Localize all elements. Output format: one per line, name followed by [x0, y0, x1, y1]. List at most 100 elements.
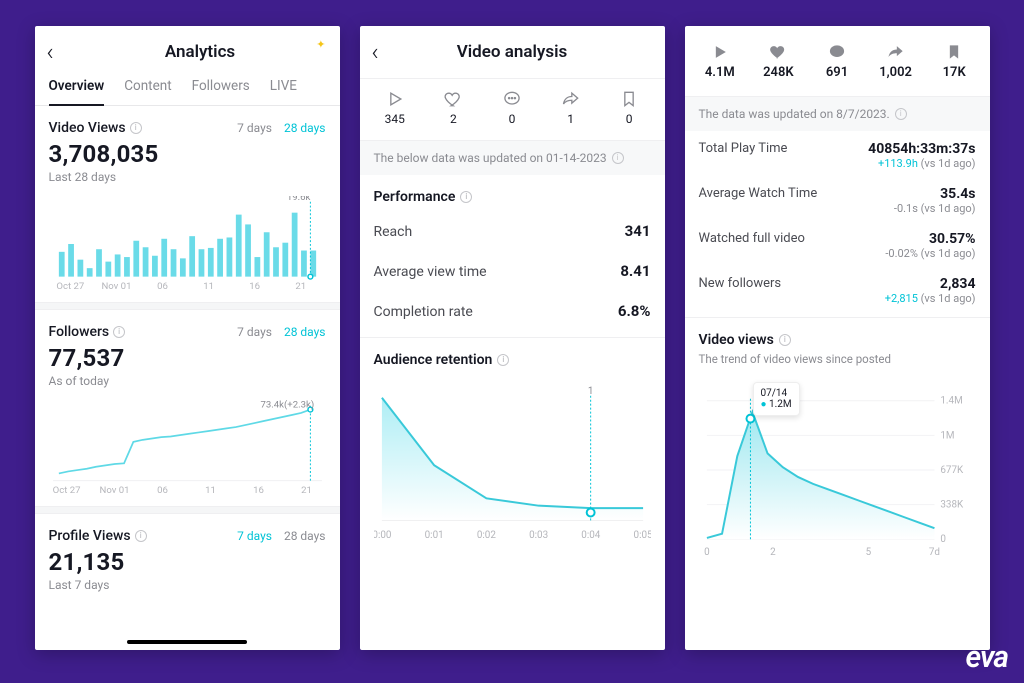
home-indicator — [127, 640, 247, 644]
page-title: Video analysis — [398, 42, 627, 62]
stat-bookmarks[interactable]: 17K — [925, 42, 984, 80]
profile-views-value: 21,135 — [35, 548, 340, 576]
info-icon[interactable]: i — [779, 334, 791, 346]
svg-text:19.6k: 19.6k — [286, 196, 310, 203]
comment-icon — [808, 42, 867, 62]
svg-text:7d: 7d — [928, 547, 939, 558]
update-notice: The below data was updated on 01-14-2023… — [360, 141, 665, 175]
followers-label: Followers i — [49, 324, 126, 340]
bookmark-icon — [925, 42, 984, 62]
svg-text:0:01: 0:01 — [424, 530, 443, 541]
profile-28d[interactable]: 28 days — [284, 529, 326, 543]
stat-comments[interactable]: 0 — [483, 89, 542, 126]
profile-views-sub: Last 7 days — [35, 576, 340, 600]
stat-shares[interactable]: 1 — [541, 89, 600, 126]
svg-text:1: 1 — [587, 386, 593, 397]
video-stats-row: 345 2 0 1 0 — [360, 79, 665, 141]
tab-content[interactable]: Content — [124, 78, 171, 105]
video-detail-card: 4.1M 248K 691 1,002 17K The data was upd… — [685, 26, 990, 650]
svg-text:73.4k(+2.3k): 73.4k(+2.3k) — [260, 400, 314, 411]
tooltip-value: 1.2M — [769, 399, 792, 410]
video-views-header: Video Views i 7 days 28 days — [35, 106, 340, 140]
stat-likes[interactable]: 248K — [749, 42, 808, 80]
bookmark-icon — [600, 89, 659, 109]
metric-avg-view-time[interactable]: Average view time8.41 — [360, 251, 665, 291]
tab-live[interactable]: LIVE — [270, 78, 297, 105]
info-icon[interactable]: i — [612, 152, 624, 164]
svg-text:0:05: 0:05 — [633, 530, 650, 541]
svg-text:11: 11 — [203, 281, 214, 292]
back-icon[interactable]: ‹ — [372, 38, 398, 66]
metric-completion-rate[interactable]: Completion rate6.8% — [360, 291, 665, 331]
followers-28d[interactable]: 28 days — [284, 325, 326, 339]
stat-bookmarks[interactable]: 0 — [600, 89, 659, 126]
svg-text:1M: 1M — [940, 430, 954, 441]
info-icon[interactable]: i — [135, 530, 147, 542]
video-views-trend-chart[interactable]: 1.4M1M677K338K0 0257d 07/14 ● 1.2M — [685, 370, 990, 570]
metric-new-followers: New followers 2,834+2,815 (vs 1d ago) — [685, 266, 990, 317]
svg-text:Oct 27: Oct 27 — [56, 281, 84, 292]
performance-title: Performance i — [360, 175, 665, 211]
svg-text:06: 06 — [157, 281, 168, 292]
play-icon — [691, 42, 750, 62]
svg-text:21: 21 — [301, 485, 312, 496]
profile-views-header: Profile Views i 7 days 28 days — [35, 514, 340, 548]
range-7d[interactable]: 7 days — [237, 121, 272, 135]
update-notice: The data was updated on 8/7/2023. i — [685, 97, 990, 131]
info-icon[interactable]: i — [113, 326, 125, 338]
svg-text:677K: 677K — [940, 465, 964, 476]
chart-tooltip: 07/14 ● 1.2M — [753, 382, 800, 416]
info-icon[interactable]: i — [460, 191, 472, 203]
analytics-header: ‹ Analytics ✦ — [35, 26, 340, 78]
tab-overview[interactable]: Overview — [49, 78, 105, 106]
svg-text:0:02: 0:02 — [476, 530, 495, 541]
analytics-card: ‹ Analytics ✦ Overview Content Followers… — [35, 26, 340, 650]
followers-sub: As of today — [35, 372, 340, 396]
page-title: Analytics — [73, 42, 328, 62]
profile-7d[interactable]: 7 days — [237, 529, 272, 543]
svg-text:1.4M: 1.4M — [940, 396, 962, 407]
heart-icon — [749, 42, 808, 62]
stat-likes[interactable]: 2 — [424, 89, 483, 126]
svg-text:16: 16 — [253, 485, 264, 496]
tooltip-date: 07/14 — [761, 388, 792, 399]
metric-reach[interactable]: Reach341 — [360, 211, 665, 251]
svg-text:2: 2 — [770, 547, 776, 558]
stat-plays[interactable]: 4.1M — [691, 42, 750, 80]
video-analysis-header: ‹ Video analysis — [360, 26, 665, 78]
back-icon[interactable]: ‹ — [47, 38, 73, 66]
video-views-value: 3,708,035 — [35, 140, 340, 168]
sparkle-icon: ✦ — [316, 38, 325, 51]
stat-plays[interactable]: 345 — [366, 89, 425, 126]
share-icon — [541, 89, 600, 109]
video-views-chart[interactable]: 19.6k Oct 27Nov 0106111621 — [35, 192, 340, 302]
tab-followers[interactable]: Followers — [192, 78, 250, 105]
svg-text:16: 16 — [249, 281, 260, 292]
range-28d[interactable]: 28 days — [284, 121, 326, 135]
svg-text:11: 11 — [205, 485, 216, 496]
eva-logo: eva — [966, 640, 1008, 675]
stat-shares[interactable]: 1,002 — [866, 42, 925, 80]
video-stats-row: 4.1M 248K 691 1,002 17K — [685, 26, 990, 97]
stat-comments[interactable]: 691 — [808, 42, 867, 80]
followers-header: Followers i 7 days 28 days — [35, 310, 340, 344]
svg-text:0:00: 0:00 — [374, 530, 391, 541]
audience-retention-chart[interactable]: 1 0:000:010:020:030:040:05 — [360, 374, 665, 554]
video-analysis-card: ‹ Video analysis 345 2 0 1 0 The below d… — [360, 26, 665, 650]
info-icon[interactable]: i — [130, 122, 142, 134]
followers-chart[interactable]: 73.4k(+2.3k) Oct 27Nov 0106111621 — [35, 396, 340, 506]
followers-7d[interactable]: 7 days — [237, 325, 272, 339]
info-icon[interactable]: i — [497, 354, 509, 366]
svg-text:338K: 338K — [940, 500, 964, 511]
video-views-desc: The trend of video views since posted — [699, 352, 976, 366]
metric-avg-watch-time: Average Watch Time 35.4s-0.1s (vs 1d ago… — [685, 176, 990, 221]
video-views-sub: Last 28 days — [35, 168, 340, 192]
svg-text:0:04: 0:04 — [581, 530, 600, 541]
followers-value: 77,537 — [35, 344, 340, 372]
video-views-section: Video viewsi The trend of video views si… — [685, 317, 990, 370]
audience-retention-title: Audience retention i — [360, 338, 665, 374]
info-icon[interactable]: i — [895, 108, 907, 120]
share-icon — [866, 42, 925, 62]
svg-text:0: 0 — [940, 534, 946, 545]
svg-text:06: 06 — [157, 485, 168, 496]
